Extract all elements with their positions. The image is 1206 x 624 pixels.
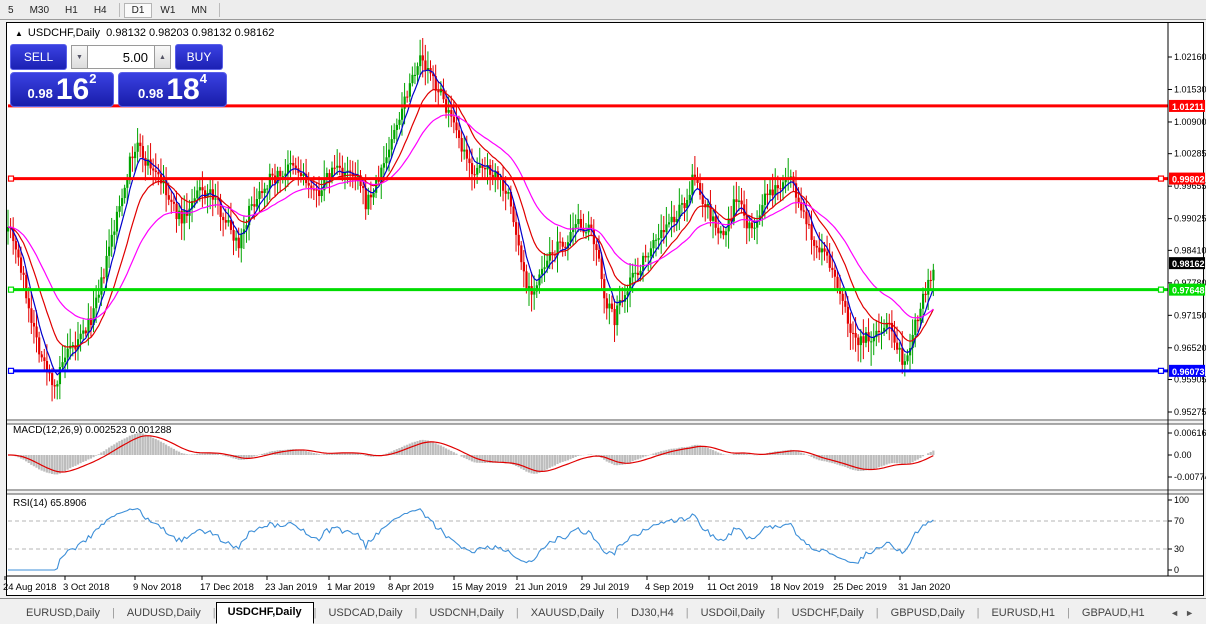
svg-text:29 Jul 2019: 29 Jul 2019	[580, 582, 629, 593]
sell-quote-button[interactable]: 0.98 16 2	[10, 72, 114, 107]
buy-button[interactable]: BUY	[175, 44, 223, 70]
tab-scroll-arrows[interactable]: ◄►	[1170, 608, 1200, 618]
chart-tab-usdcnh-daily[interactable]: USDCNH,Daily	[417, 603, 516, 624]
buy-price-big: 18	[166, 76, 199, 104]
svg-text:-0.00774: -0.00774	[1174, 472, 1206, 482]
terminal-window: 5M30H1H4D1W1MN 1.021601.015301.009001.00…	[0, 0, 1206, 624]
svg-text:0.006166: 0.006166	[1174, 428, 1206, 438]
svg-text:100: 100	[1174, 495, 1189, 505]
chart-title-bar: ▲ USDCHF,Daily 0.98132 0.98203 0.98132 0.…	[15, 27, 274, 39]
chart-ohlc-values: 0.98132 0.98203 0.98132 0.98162	[106, 27, 274, 39]
volume-stepper: ▼ 5.00 ▲	[71, 45, 171, 69]
svg-text:25 Dec 2019: 25 Dec 2019	[833, 582, 887, 593]
chart-tab-gbpaud-h1[interactable]: GBPAUD,H1	[1070, 603, 1157, 624]
svg-text:9 Nov 2018: 9 Nov 2018	[133, 582, 182, 593]
chart-tab-audusd-daily[interactable]: AUDUSD,Daily	[115, 603, 213, 624]
chart-tab-usdcad-daily[interactable]: USDCAD,Daily	[316, 603, 414, 624]
svg-text:8 Apr 2019: 8 Apr 2019	[388, 582, 434, 593]
chart-tab-xauusd-daily[interactable]: XAUUSD,Daily	[519, 603, 616, 624]
svg-text:17 Dec 2018: 17 Dec 2018	[200, 582, 254, 593]
sell-price-sup: 2	[89, 71, 96, 86]
buy-quote-button[interactable]: 0.98 18 4	[118, 72, 227, 107]
sell-price-big: 16	[56, 76, 89, 104]
svg-text:0.99802: 0.99802	[1172, 175, 1205, 185]
svg-text:0.95275: 0.95275	[1174, 407, 1206, 417]
svg-text:31 Jan 2020: 31 Jan 2020	[898, 582, 950, 593]
chart-tab-usdoil-daily[interactable]: USDOil,Daily	[689, 603, 777, 624]
volume-decrease-icon[interactable]: ▼	[71, 45, 88, 69]
svg-text:1 Mar 2019: 1 Mar 2019	[327, 582, 375, 593]
sell-price-prefix: 0.98	[28, 86, 53, 104]
svg-text:1.00285: 1.00285	[1174, 149, 1206, 159]
svg-text:4 Sep 2019: 4 Sep 2019	[645, 582, 694, 593]
buy-price-sup: 4	[200, 71, 207, 86]
svg-text:0.98162: 0.98162	[1172, 259, 1205, 269]
svg-text:21 Jun 2019: 21 Jun 2019	[515, 582, 567, 593]
chart-tab-bar: EURUSD,Daily|AUDUSD,Daily|USDCHF,Daily|U…	[0, 598, 1206, 624]
chart-symbol-title: USDCHF,Daily	[28, 27, 100, 39]
sell-button[interactable]: SELL	[10, 44, 67, 70]
svg-text:0.97150: 0.97150	[1174, 310, 1206, 320]
svg-text:0.98410: 0.98410	[1174, 245, 1206, 255]
svg-text:3 Oct 2018: 3 Oct 2018	[63, 582, 109, 593]
svg-text:0.00: 0.00	[1174, 450, 1192, 460]
chart-tab-gbpusd-daily[interactable]: GBPUSD,Daily	[879, 603, 977, 624]
svg-text:0.99025: 0.99025	[1174, 214, 1206, 224]
svg-text:70: 70	[1174, 516, 1184, 526]
chart-tab-dj30-h4[interactable]: DJ30,H4	[619, 603, 686, 624]
svg-text:0.97648: 0.97648	[1172, 286, 1205, 296]
chart-tab-usdchf-daily[interactable]: USDCHF,Daily	[216, 602, 314, 624]
buy-price-prefix: 0.98	[138, 86, 163, 104]
svg-text:0.96073: 0.96073	[1172, 367, 1205, 377]
volume-increase-icon[interactable]: ▲	[154, 45, 171, 69]
svg-text:1.02160: 1.02160	[1174, 52, 1206, 62]
svg-text:0: 0	[1174, 565, 1179, 575]
svg-text:30: 30	[1174, 544, 1184, 554]
svg-text:11 Oct 2019: 11 Oct 2019	[707, 582, 758, 593]
collapse-panel-icon[interactable]: ▲	[15, 29, 23, 38]
svg-text:1.00900: 1.00900	[1174, 117, 1206, 127]
svg-text:18 Nov 2019: 18 Nov 2019	[770, 582, 824, 593]
svg-text:24 Aug 2018: 24 Aug 2018	[3, 582, 56, 593]
rsi-indicator-label: RSI(14) 65.8906	[13, 498, 86, 509]
svg-text:15 May 2019: 15 May 2019	[452, 582, 507, 593]
volume-input[interactable]: 5.00	[88, 45, 154, 69]
svg-text:0.96520: 0.96520	[1174, 343, 1206, 353]
macd-indicator-label: MACD(12,26,9) 0.002523 0.001288	[13, 425, 171, 436]
svg-text:1.01530: 1.01530	[1174, 84, 1206, 94]
chart-tab-eurusd-daily[interactable]: EURUSD,Daily	[14, 603, 112, 624]
chart-tab-usdchf-daily[interactable]: USDCHF,Daily	[780, 603, 876, 624]
one-click-trading-panel: SELL ▼ 5.00 ▲ BUY 0.98 16 2 0.98 18 4	[10, 44, 227, 107]
svg-text:23 Jan 2019: 23 Jan 2019	[265, 582, 317, 593]
svg-text:1.01211: 1.01211	[1172, 102, 1204, 112]
chart-tab-eurusd-h1[interactable]: EURUSD,H1	[979, 603, 1067, 624]
